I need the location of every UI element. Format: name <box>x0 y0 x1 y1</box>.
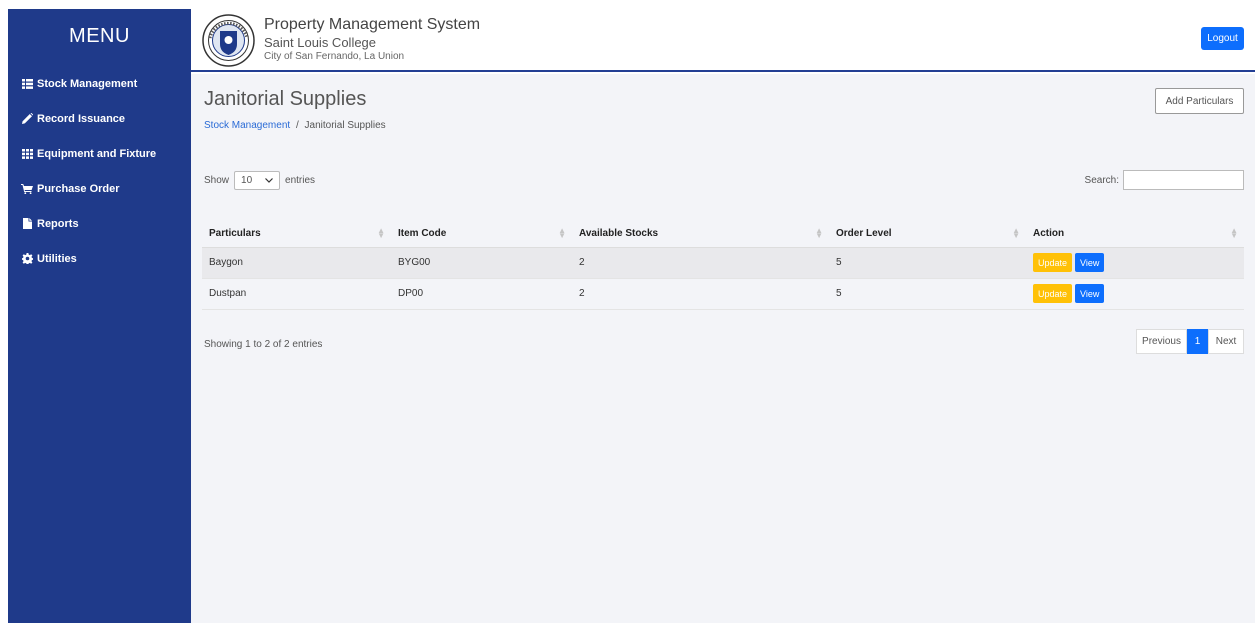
sidebar-item-equipment-and-fixture[interactable]: Equipment and Fixture <box>8 136 191 171</box>
next-page-button[interactable]: Next <box>1208 329 1244 354</box>
cart-icon <box>20 183 34 194</box>
column-header-particulars[interactable]: Particulars ▲ ▼ <box>202 220 391 248</box>
update-button[interactable]: Update <box>1033 253 1073 272</box>
page-title: Janitorial Supplies <box>204 88 367 110</box>
breadcrumb-current: Janitorial Supplies <box>304 120 386 131</box>
sidebar-item-label: Utilities <box>37 252 77 265</box>
cell-action: Update View <box>1026 247 1244 279</box>
sidebar-item-record-issuance[interactable]: Record Issuance <box>8 101 191 136</box>
pencil-icon <box>20 113 34 124</box>
column-header-available-stocks[interactable]: Available Stocks ▲ ▼ <box>572 220 829 248</box>
sort-icon: ▲ ▼ <box>1230 226 1238 240</box>
sidebar-item-label: Reports <box>37 217 79 230</box>
school-name: Saint Louis College <box>264 35 377 50</box>
sort-icon: ▲ ▼ <box>815 226 823 240</box>
sidebar-item-stock-management[interactable]: Stock Management <box>8 66 191 101</box>
cell-available-stocks: 2 <box>572 278 829 310</box>
view-button[interactable]: View <box>1075 284 1105 303</box>
gear-icon <box>20 253 34 264</box>
table-info: Showing 1 to 2 of 2 entries <box>204 339 323 350</box>
college-seal-logo <box>202 14 255 67</box>
cell-available-stocks: 2 <box>572 247 829 279</box>
logout-button[interactable]: Logout <box>1201 27 1244 50</box>
table-header-row: Particulars ▲ ▼ Item Code ▲ ▼ Available Stoc… <box>202 220 1244 248</box>
search-input[interactable] <box>1123 170 1244 190</box>
cell-item-code: DP00 <box>391 278 572 310</box>
column-header-item-code[interactable]: Item Code ▲ ▼ <box>391 220 572 248</box>
add-particulars-button[interactable]: Add Particulars <box>1155 88 1244 114</box>
grid-icon <box>20 148 34 159</box>
sidebar: MENU Stock Management Record Issuance Eq… <box>8 9 191 623</box>
sidebar-item-label: Purchase Order <box>37 182 120 195</box>
previous-page-button[interactable]: Previous <box>1136 329 1187 354</box>
column-header-order-level[interactable]: Order Level ▲ ▼ <box>829 220 1026 248</box>
pagination: Previous 1 Next <box>1136 329 1244 354</box>
cell-order-level: 5 <box>829 247 1026 279</box>
school-location: City of San Fernando, La Union <box>264 51 405 62</box>
main-content: Janitorial Supplies Add Particulars Stoc… <box>191 74 1255 623</box>
cell-action: Update View <box>1026 278 1244 310</box>
breadcrumb-link-stock-management[interactable]: Stock Management <box>204 120 290 131</box>
sidebar-item-label: Record Issuance <box>37 112 126 125</box>
system-title: Property Management System <box>264 16 481 33</box>
entries-select-value: 10 <box>241 175 253 186</box>
search-label: Search: <box>1084 174 1119 186</box>
cell-particulars: Baygon <box>202 247 391 279</box>
show-label: Show <box>204 175 230 186</box>
table-row: Baygon BYG00 2 5 Update View <box>202 247 1244 279</box>
sort-icon: ▲ ▼ <box>377 226 385 240</box>
cell-item-code: BYG00 <box>391 247 572 279</box>
cell-particulars: Dustpan <box>202 278 391 310</box>
sidebar-item-purchase-order[interactable]: Purchase Order <box>8 171 191 206</box>
view-button[interactable]: View <box>1075 253 1105 272</box>
sidebar-item-label: Stock Management <box>37 77 138 90</box>
cell-order-level: 5 <box>829 278 1026 310</box>
entries-label: entries <box>285 175 316 186</box>
sort-icon: ▲ ▼ <box>558 226 566 240</box>
file-icon <box>20 218 34 229</box>
page-button-current[interactable]: 1 <box>1187 329 1208 354</box>
sidebar-item-reports[interactable]: Reports <box>8 206 191 241</box>
supplies-table: Particulars ▲ ▼ Item Code ▲ ▼ Available Stoc… <box>202 220 1244 310</box>
table-search: Search: <box>1085 170 1244 190</box>
entries-length-control: Show 10 entries <box>204 171 315 190</box>
list-icon <box>20 78 34 89</box>
table-row: Dustpan DP00 2 5 Update View <box>202 278 1244 310</box>
sidebar-item-label: Equipment and Fixture <box>37 147 157 160</box>
top-header: Property Management System Saint Louis C… <box>191 9 1255 72</box>
update-button[interactable]: Update <box>1033 284 1073 303</box>
entries-select[interactable]: 10 <box>234 171 281 190</box>
sidebar-item-utilities[interactable]: Utilities <box>8 241 191 276</box>
sort-icon: ▲ ▼ <box>1012 226 1020 240</box>
column-header-action[interactable]: Action ▲ ▼ <box>1026 220 1244 248</box>
breadcrumb-separator: / <box>295 120 299 131</box>
menu-title: MENU <box>69 25 130 47</box>
chevron-down-icon <box>265 178 273 183</box>
breadcrumb: Stock Management / Janitorial Supplies <box>204 120 386 131</box>
